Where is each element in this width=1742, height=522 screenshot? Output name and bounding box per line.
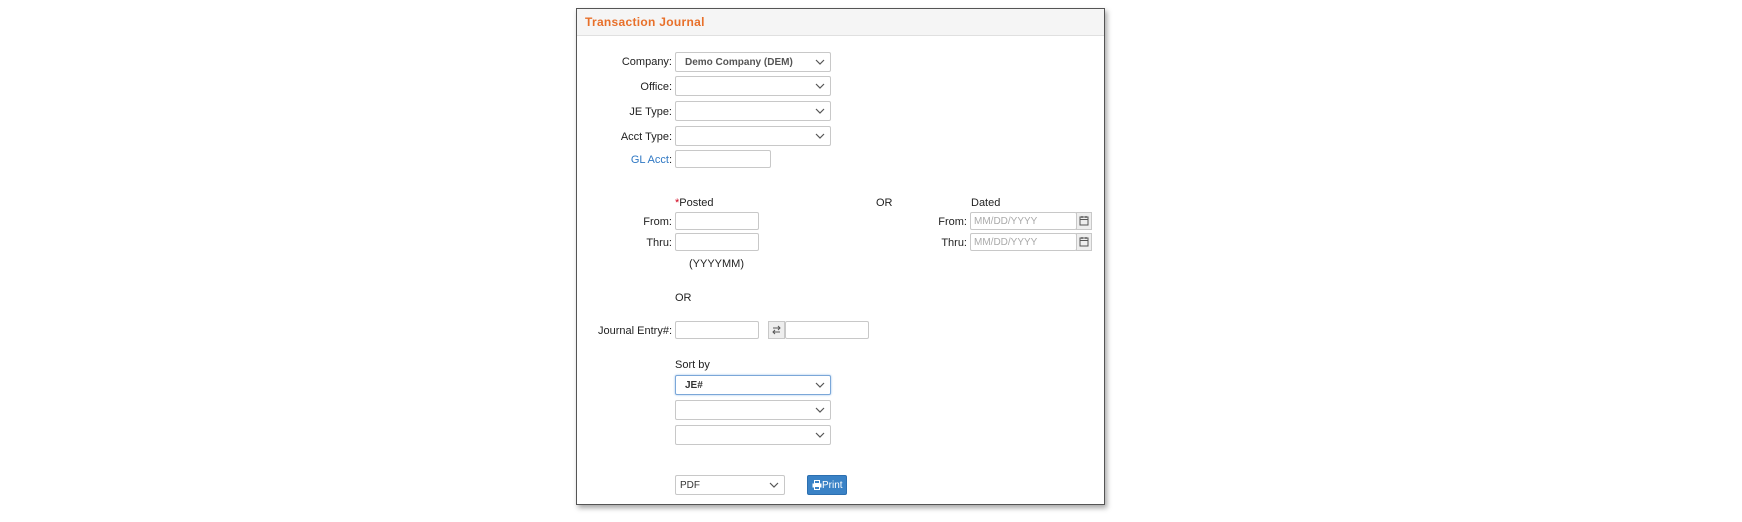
calendar-icon: [1079, 237, 1089, 247]
office-select[interactable]: [675, 76, 831, 96]
dated-from-label: From:: [938, 216, 967, 228]
printer-icon: [812, 480, 822, 490]
chevron-down-icon: [815, 59, 825, 65]
output-format-value: PDF: [680, 480, 700, 491]
transaction-journal-panel: Transaction Journal Company: Demo Compan…: [576, 8, 1105, 505]
posted-thru-label: Thru:: [646, 237, 672, 249]
gl-acct-link[interactable]: GL Acct: [631, 154, 669, 166]
je-type-label: JE Type:: [629, 106, 672, 118]
print-button[interactable]: Print: [807, 475, 847, 495]
je-type-select[interactable]: [675, 101, 831, 121]
acct-type-select[interactable]: [675, 126, 831, 146]
sort-3-select[interactable]: [675, 425, 831, 445]
posted-format-hint: (YYYYMM): [689, 258, 744, 270]
or-label: OR: [675, 292, 692, 304]
company-select-value: Demo Company (DEM): [685, 57, 793, 68]
chevron-down-icon: [815, 108, 825, 114]
dated-thru-placeholder: MM/DD/YYYY: [974, 237, 1038, 248]
journal-entry-label: Journal Entry#:: [598, 325, 672, 337]
posted-heading: *Posted: [675, 197, 714, 209]
panel-title: Transaction Journal: [585, 15, 705, 29]
gl-acct-input[interactable]: [675, 150, 771, 168]
dated-heading: Dated: [971, 197, 1001, 209]
posted-from-input[interactable]: [675, 212, 759, 230]
sort-2-select[interactable]: [675, 400, 831, 420]
sort-by-heading: Sort by: [675, 359, 710, 371]
dated-thru-calendar-button[interactable]: [1076, 233, 1092, 251]
company-select[interactable]: Demo Company (DEM): [675, 52, 831, 72]
chevron-down-icon: [769, 482, 779, 488]
chevron-down-icon: [815, 133, 825, 139]
gl-acct-label-wrap: GL Acct:: [577, 154, 672, 166]
print-button-label: Print: [822, 480, 843, 491]
dated-from-calendar-button[interactable]: [1076, 212, 1092, 230]
dated-from-input[interactable]: MM/DD/YYYY: [970, 212, 1077, 230]
chevron-down-icon: [815, 83, 825, 89]
output-format-select[interactable]: PDF: [675, 475, 785, 495]
dated-from-placeholder: MM/DD/YYYY: [974, 216, 1038, 227]
dated-thru-input[interactable]: MM/DD/YYYY: [970, 233, 1077, 251]
sort-1-select-value: JE#: [685, 380, 703, 391]
or-label: OR: [876, 197, 893, 209]
chevron-down-icon: [815, 407, 825, 413]
gl-acct-colon: :: [668, 154, 672, 166]
panel-header: Transaction Journal: [577, 9, 1104, 36]
swap-arrows-icon: [772, 325, 781, 335]
dated-thru-label: Thru:: [941, 237, 967, 249]
office-label: Office:: [640, 81, 672, 93]
posted-thru-input[interactable]: [675, 233, 759, 251]
acct-type-label: Acct Type:: [620, 131, 672, 143]
calendar-icon: [1079, 216, 1089, 226]
chevron-down-icon: [815, 432, 825, 438]
journal-entry-thru-input[interactable]: [785, 321, 869, 339]
posted-heading-text: Posted: [679, 197, 714, 209]
chevron-down-icon: [815, 382, 825, 388]
sort-1-select[interactable]: JE#: [675, 375, 831, 395]
posted-from-label: From:: [643, 216, 672, 228]
journal-entry-from-input[interactable]: [675, 321, 759, 339]
company-label: Company:: [621, 56, 672, 68]
journal-entry-range-button[interactable]: [768, 321, 785, 339]
